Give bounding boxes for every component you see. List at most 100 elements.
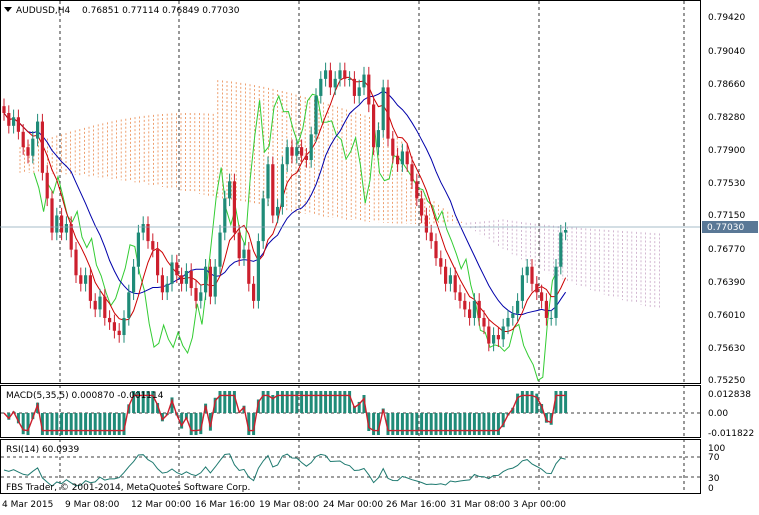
candle-body bbox=[26, 147, 30, 156]
rsi-line bbox=[3, 453, 566, 487]
macd-bar bbox=[324, 391, 328, 413]
chart-menu-chevron-down-icon[interactable] bbox=[4, 7, 12, 12]
macd-bar bbox=[420, 413, 424, 435]
candle-body bbox=[309, 134, 313, 160]
candle-body bbox=[338, 70, 342, 79]
candle-body bbox=[261, 198, 265, 242]
price-tick: 0.76010 bbox=[708, 311, 745, 321]
candle-body bbox=[477, 300, 481, 318]
candle-body bbox=[501, 326, 505, 340]
candle-body bbox=[448, 275, 452, 284]
price-axis[interactable]: 0.79420 0.79040 0.78660 0.78280 0.77900 … bbox=[708, 13, 745, 386]
candle-body bbox=[511, 313, 515, 318]
candle-body bbox=[256, 241, 260, 301]
candle-body bbox=[60, 215, 64, 233]
candle-body bbox=[103, 296, 107, 318]
candle-body bbox=[386, 87, 390, 139]
candle-body bbox=[376, 130, 380, 148]
macd-bar bbox=[60, 413, 64, 435]
price-tick: 0.75630 bbox=[708, 344, 745, 354]
macd-bar bbox=[304, 391, 308, 413]
macd-bar bbox=[463, 413, 467, 435]
price-tick: 0.77150 bbox=[708, 211, 745, 221]
macd-bar bbox=[103, 413, 107, 435]
candle-body bbox=[352, 78, 356, 96]
macd-bar bbox=[338, 391, 342, 413]
macd-tick: 0.012838 bbox=[708, 390, 751, 400]
price-tick: 0.78660 bbox=[708, 80, 745, 90]
candle-body bbox=[271, 164, 275, 216]
candle-body bbox=[280, 164, 284, 207]
kijun-sen-line bbox=[3, 90, 567, 315]
price-tick: 0.79420 bbox=[708, 13, 745, 23]
candle-body bbox=[540, 292, 544, 301]
macd-bar bbox=[88, 413, 92, 435]
macd-bar bbox=[112, 413, 116, 435]
candle-body bbox=[50, 198, 54, 233]
candle-body bbox=[151, 241, 155, 250]
macd-bar bbox=[319, 391, 323, 413]
candle-body bbox=[405, 151, 409, 165]
macd-bar bbox=[348, 391, 352, 413]
candle-body bbox=[237, 232, 241, 259]
candle-body bbox=[204, 266, 208, 293]
candle-body bbox=[2, 106, 6, 114]
macd-bar bbox=[559, 391, 563, 413]
candle-body bbox=[79, 275, 83, 284]
chart-canvas[interactable]: AUDUSD,H4 0.76851 0.77114 0.76849 0.7703… bbox=[0, 0, 759, 511]
candle-body bbox=[453, 275, 457, 293]
candle-body bbox=[487, 326, 491, 344]
candle-body bbox=[472, 300, 476, 318]
candle-body bbox=[525, 266, 529, 276]
macd-bar bbox=[228, 391, 232, 413]
symbol-label: AUDUSD,H4 bbox=[16, 6, 71, 16]
time-tick: 9 Mar 08:00 bbox=[65, 500, 120, 510]
candle-body bbox=[74, 249, 78, 276]
macd-bar bbox=[472, 413, 476, 435]
chikou-span-line bbox=[33, 93, 558, 382]
macd-bar bbox=[525, 391, 529, 413]
candle-body bbox=[55, 215, 59, 233]
macd-bar bbox=[492, 413, 496, 435]
macd-bar bbox=[84, 413, 88, 435]
candle-body bbox=[314, 95, 318, 135]
macd-bar bbox=[391, 413, 395, 435]
time-tick: 3 Apr 00:00 bbox=[513, 500, 566, 510]
candle-body bbox=[199, 292, 203, 301]
candle-body bbox=[160, 275, 164, 293]
macd-bar bbox=[64, 413, 68, 435]
time-axis[interactable]: 4 Mar 2015 9 Mar 08:00 12 Mar 00:00 16 M… bbox=[2, 500, 566, 510]
candle-body bbox=[232, 181, 236, 233]
candle-body bbox=[223, 198, 227, 233]
candle-body bbox=[189, 270, 193, 289]
candle-body bbox=[175, 262, 179, 276]
macd-bar bbox=[453, 413, 457, 435]
macd-bar bbox=[218, 391, 222, 413]
ichimoku-cloud bbox=[19, 80, 660, 310]
rsi-label: RSI(14) 60.0939 bbox=[6, 445, 79, 455]
candle-body bbox=[136, 232, 140, 267]
macd-bar bbox=[98, 413, 102, 435]
macd-bar bbox=[468, 413, 472, 435]
price-tick: 0.76770 bbox=[708, 245, 745, 255]
macd-bar bbox=[55, 413, 59, 435]
candle-body bbox=[544, 300, 548, 318]
candle-body bbox=[424, 215, 428, 233]
macd-bar bbox=[295, 391, 299, 413]
main-chart-panel[interactable] bbox=[0, 0, 701, 384]
time-tick: 4 Mar 2015 bbox=[2, 500, 53, 510]
rsi-tick: 70 bbox=[708, 453, 720, 463]
macd-bar bbox=[564, 391, 568, 413]
macd-bar bbox=[93, 413, 97, 435]
macd-bar bbox=[496, 413, 500, 435]
macd-tick: 0.00 bbox=[708, 409, 728, 419]
candle-body bbox=[333, 78, 337, 88]
candle-body bbox=[276, 206, 280, 216]
time-tick: 12 Mar 00:00 bbox=[131, 500, 191, 510]
candle-body bbox=[343, 70, 347, 79]
candle-body bbox=[7, 113, 11, 126]
macd-bar bbox=[405, 413, 409, 435]
macd-bar bbox=[410, 413, 414, 435]
macd-bar bbox=[108, 413, 112, 435]
macd-bar bbox=[530, 391, 534, 413]
